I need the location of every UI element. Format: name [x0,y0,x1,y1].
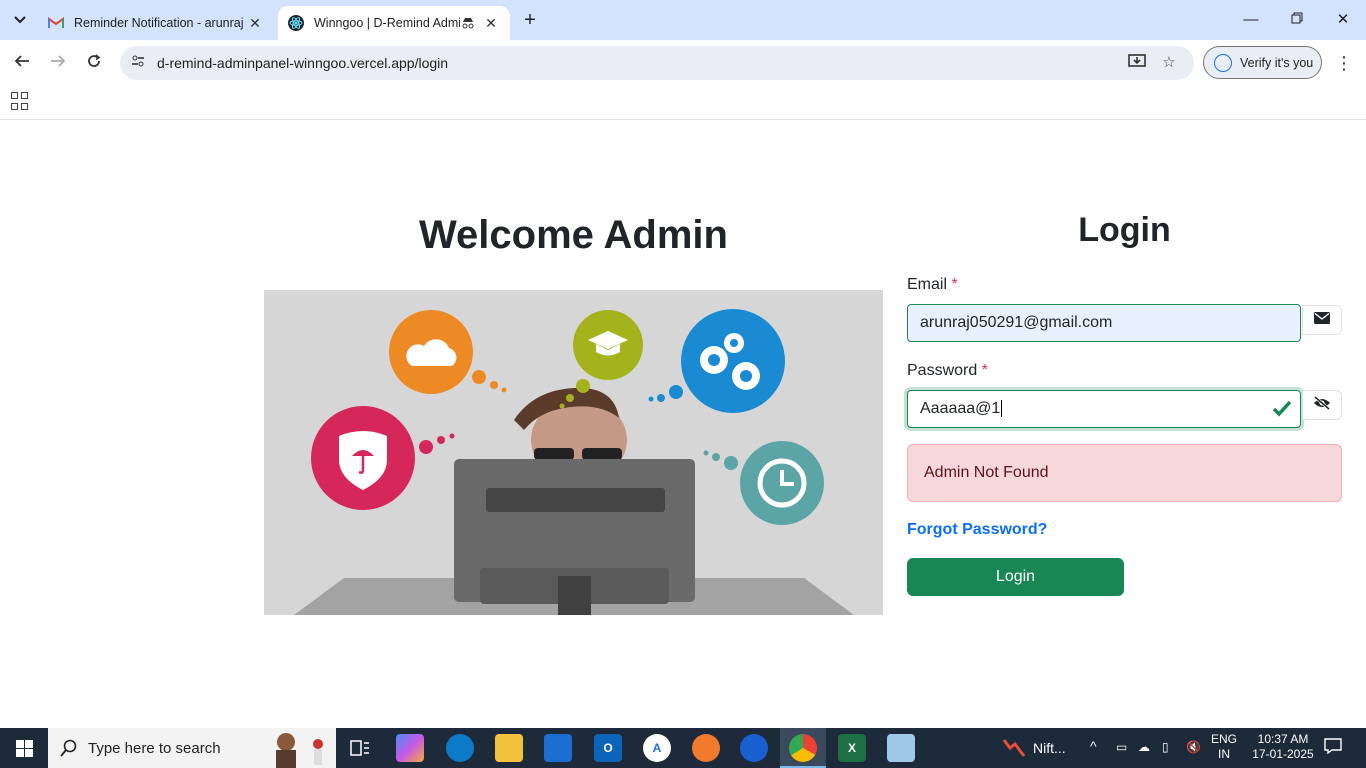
email-addon [1302,305,1342,335]
network-icon[interactable]: ▯ [1162,740,1169,754]
tab-title: Reminder Notification - arunraj [74,16,244,30]
url-text: d-remind-adminpanel-winngoo.vercel.app/l… [157,55,449,71]
clock[interactable]: 10:37 AM 17-01-2025 [1248,732,1318,762]
password-label: Password * [907,362,988,379]
windows-logo-icon [15,739,33,757]
email-field[interactable]: arunraj050291@gmail.com [907,304,1301,342]
error-alert: Admin Not Found [907,444,1342,502]
start-button[interactable] [0,728,48,768]
password-value: Aaaaaa@1 [920,400,1001,417]
browser-toolbar: d-remind-adminpanel-winngoo.vercel.app/l… [0,40,1366,86]
chrome-icon[interactable] [789,734,817,762]
notepad-icon[interactable] [887,734,915,762]
language-indicator[interactable]: ENG IN [1208,732,1240,762]
error-message: Admin Not Found [924,464,1049,481]
search-placeholder: Type here to search [88,739,221,757]
browser-menu-icon[interactable]: ⋮ [1334,50,1354,76]
minimize-button[interactable]: — [1236,8,1266,32]
apps-grid-icon[interactable] [11,92,29,110]
close-window-button[interactable]: ✕ [1328,8,1358,32]
windows-taskbar: Type here to search O A X Nift... ^ ▭ ☁ … [0,728,1366,768]
app-store-icon[interactable]: A [643,734,671,762]
feather-app-icon[interactable] [692,734,720,762]
file-explorer-icon[interactable] [495,734,523,762]
restore-button[interactable] [1282,8,1312,32]
login-page: Welcome Admin Login Email * arunraj05029… [0,121,1366,728]
reload-button[interactable] [81,50,107,76]
login-button[interactable]: Login [907,558,1124,596]
tab-gmail[interactable]: Reminder Notification - arunraj ✕ [38,6,274,40]
valid-checkmark-icon [1272,399,1292,422]
bookmarks-bar [0,86,1366,120]
edge-browser-icon[interactable] [446,734,474,762]
admin-illustration [264,290,883,615]
incognito-icon [460,15,476,31]
react-icon [288,15,304,31]
tab-search-chevron-icon[interactable] [8,8,32,32]
forgot-password-link[interactable]: Forgot Password? [907,521,1047,539]
tab-strip: Reminder Notification - arunraj ✕ Winngo… [0,0,1366,40]
tab-winngoo[interactable]: Winngoo | D-Remind Admin ✕ [278,6,510,40]
onedrive-icon[interactable]: ☁ [1138,740,1150,754]
boxing-figure-icon [276,733,323,768]
edge-beta-icon[interactable] [740,734,768,762]
outlook-icon[interactable]: O [594,734,622,762]
address-bar[interactable]: d-remind-adminpanel-winngoo.vercel.app/l… [120,46,1194,80]
email-label: Email * [907,276,958,293]
close-tab-icon[interactable]: ✕ [246,15,264,32]
password-field[interactable]: Aaaaaa@1 [907,390,1301,428]
new-tab-button[interactable]: + [518,9,542,33]
time-text: 10:37 AM [1257,732,1309,746]
toggle-password-visibility-button[interactable] [1302,390,1342,420]
excel-icon[interactable]: X [838,734,866,762]
tab-title: Winngoo | D-Remind Admin [314,16,460,30]
speaker-muted-icon[interactable]: 🔇 [1186,740,1201,754]
search-icon [60,739,77,757]
taskbar-search-box[interactable]: Type here to search [48,728,336,768]
microsoft-store-icon[interactable] [544,734,572,762]
login-heading: Login [1078,211,1171,249]
profile-verify-icon [1214,53,1232,72]
close-tab-icon[interactable]: ✕ [482,15,500,32]
forward-button[interactable] [45,50,71,76]
back-button[interactable] [9,50,35,76]
eye-slash-icon [1313,395,1331,415]
date-text: 17-01-2025 [1252,747,1314,761]
email-value: arunraj050291@gmail.com [920,314,1113,331]
envelope-icon [1314,311,1330,329]
stock-chart-icon[interactable] [1000,734,1028,762]
welcome-heading: Welcome Admin [419,213,728,257]
task-view-icon[interactable] [346,734,374,762]
bookmark-star-icon[interactable]: ☆ [1158,53,1180,73]
show-hidden-icons-chevron[interactable]: ^ [1090,738,1097,754]
meet-now-icon[interactable]: ▭ [1116,740,1127,754]
verify-label: Verify it's you [1240,55,1314,70]
copilot-icon[interactable] [396,734,424,762]
notifications-icon[interactable] [1322,738,1344,757]
gmail-icon [48,15,64,31]
market-widget-label[interactable]: Nift... [1033,740,1066,756]
verify-identity-button[interactable]: Verify it's you [1203,46,1322,79]
site-info-icon[interactable] [128,53,148,73]
install-app-icon[interactable] [1126,53,1148,73]
